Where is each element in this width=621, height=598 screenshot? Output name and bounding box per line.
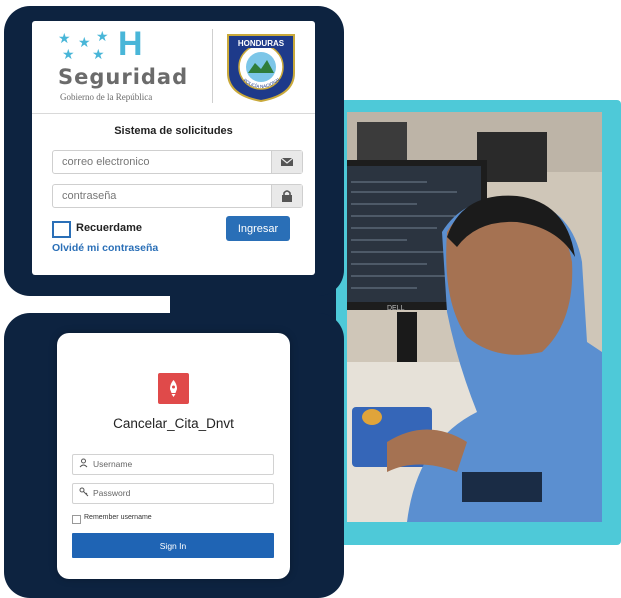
star-icon: ★ bbox=[58, 30, 71, 46]
remember-label: Recuerdame bbox=[76, 222, 143, 234]
remember-checkbox[interactable] bbox=[52, 221, 71, 238]
remember-username-label: Remember username bbox=[84, 514, 152, 521]
envelope-icon bbox=[271, 151, 302, 173]
username-input[interactable]: Username bbox=[72, 454, 274, 475]
monitor-brand-label: DELL bbox=[387, 305, 405, 312]
brand-divider bbox=[212, 29, 213, 103]
username-placeholder: Username bbox=[93, 459, 133, 469]
email-placeholder: correo electronico bbox=[62, 156, 150, 168]
cancel-appointment-login-panel: Cancelar_Cita_Dnvt Username Password Rem… bbox=[57, 333, 290, 579]
ingresar-button[interactable]: Ingresar bbox=[226, 216, 290, 241]
brand-name: Seguridad bbox=[58, 65, 189, 89]
officer-photo: DELL bbox=[347, 112, 602, 522]
request-system-login-panel: ★ ★ ★ ★ ★ H Seguridad Gobierno de la Rep… bbox=[32, 21, 315, 275]
forgot-password-link[interactable]: Olvidé mi contraseña bbox=[52, 242, 158, 254]
rocket-icon bbox=[158, 373, 189, 404]
star-icon: ★ bbox=[92, 46, 105, 62]
user-icon bbox=[79, 458, 88, 471]
password-field[interactable]: contraseña bbox=[52, 184, 303, 208]
police-seal-icon: HONDURAS POLICÍA NACIONAL bbox=[227, 34, 295, 103]
password-placeholder: contraseña bbox=[62, 190, 117, 202]
seal-text: HONDURAS bbox=[238, 39, 285, 48]
email-field[interactable]: correo electronico bbox=[52, 150, 303, 174]
sign-in-button[interactable]: Sign In bbox=[72, 533, 274, 558]
app-title: Cancelar_Cita_Dnvt bbox=[113, 416, 234, 431]
password-input[interactable]: Password bbox=[72, 483, 274, 504]
password-placeholder: Password bbox=[93, 488, 131, 498]
brand-header: ★ ★ ★ ★ ★ H Seguridad Gobierno de la Rep… bbox=[32, 21, 315, 114]
star-icon: ★ bbox=[96, 28, 109, 44]
officer-photo-illustration: DELL bbox=[347, 112, 602, 522]
star-icon: ★ bbox=[62, 46, 75, 62]
lock-icon bbox=[271, 185, 302, 207]
system-title: Sistema de solicitudes bbox=[114, 125, 233, 137]
brand-subtitle: Gobierno de la República bbox=[60, 92, 153, 102]
remember-username-checkbox[interactable] bbox=[72, 515, 81, 524]
star-icon: ★ bbox=[78, 34, 91, 50]
key-icon bbox=[79, 487, 89, 500]
brand-logo-letter: H bbox=[118, 25, 143, 63]
